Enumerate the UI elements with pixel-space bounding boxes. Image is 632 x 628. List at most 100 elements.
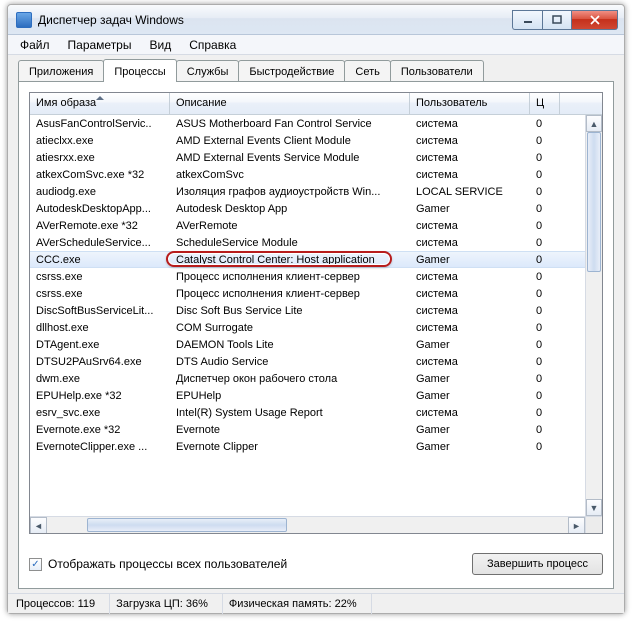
scroll-thumb-vertical[interactable] [587, 132, 601, 272]
cell-user: Gamer [410, 373, 530, 385]
table-row[interactable]: dwm.exeДиспетчер окон рабочего столаGame… [30, 370, 585, 387]
table-row[interactable]: esrv_svc.exeIntel(R) System Usage Report… [30, 404, 585, 421]
cell-cpu: 0 [530, 390, 560, 402]
menu-options[interactable]: Параметры [60, 36, 140, 54]
cell-cpu: 0 [530, 118, 560, 130]
cell-cpu: 0 [530, 407, 560, 419]
column-description[interactable]: Описание [170, 93, 410, 114]
cell-description: Disc Soft Bus Service Lite [170, 305, 410, 317]
processes-bottom-bar: ✓ Отображать процессы всех пользователей… [29, 550, 603, 578]
table-row[interactable]: EPUHelp.exe *32EPUHelpGamer0 [30, 387, 585, 404]
tab-bar: Приложения Процессы Службы Быстродействи… [18, 59, 614, 81]
scroll-down-button[interactable]: ▼ [586, 499, 602, 516]
vertical-scrollbar[interactable]: ▲ ▼ [585, 115, 602, 516]
scroll-track-vertical[interactable] [586, 132, 602, 499]
menu-file[interactable]: Файл [12, 36, 58, 54]
cell-description: Autodesk Desktop App [170, 203, 410, 215]
table-row[interactable]: audiodg.exeИзоляция графов аудиоустройст… [30, 183, 585, 200]
cell-user: система [410, 237, 530, 249]
close-button[interactable] [572, 10, 618, 30]
menu-view[interactable]: Вид [141, 36, 179, 54]
cell-image-name: Evernote.exe *32 [30, 424, 170, 436]
tab-users[interactable]: Пользователи [390, 60, 484, 81]
cell-cpu: 0 [530, 356, 560, 368]
menu-help[interactable]: Справка [181, 36, 244, 54]
cell-image-name: dllhost.exe [30, 322, 170, 334]
status-memory: Физическая память: 22% [223, 594, 372, 614]
menu-bar: Файл Параметры Вид Справка [8, 35, 624, 55]
cell-cpu: 0 [530, 271, 560, 283]
table-row[interactable]: atiesrxx.exeAMD External Events Service … [30, 149, 585, 166]
cell-image-name: AutodeskDesktopApp... [30, 203, 170, 215]
table-row[interactable]: dllhost.exeCOM Surrogateсистема0 [30, 319, 585, 336]
cell-cpu: 0 [530, 152, 560, 164]
cell-user: система [410, 288, 530, 300]
cell-description: AMD External Events Client Module [170, 135, 410, 147]
cell-description: ScheduleService Module [170, 237, 410, 249]
column-cpu[interactable]: Ц [530, 93, 560, 114]
cell-image-name: atieclxx.exe [30, 135, 170, 147]
cell-cpu: 0 [530, 441, 560, 453]
tab-networking[interactable]: Сеть [344, 60, 390, 81]
column-user[interactable]: Пользователь [410, 93, 530, 114]
cell-description: Процесс исполнения клиент-сервер [170, 271, 410, 283]
table-row[interactable]: AVerScheduleService...ScheduleService Mo… [30, 234, 585, 251]
cell-image-name: DTAgent.exe [30, 339, 170, 351]
tab-services[interactable]: Службы [176, 60, 240, 81]
table-row[interactable]: csrss.exeПроцесс исполнения клиент-серве… [30, 268, 585, 285]
cell-user: система [410, 322, 530, 334]
cell-description: EPUHelp [170, 390, 410, 402]
cell-description: ASUS Motherboard Fan Control Service [170, 118, 410, 130]
scroll-left-button[interactable]: ◄ [30, 517, 47, 534]
cell-description: atkexComSvc [170, 169, 410, 181]
tab-applications[interactable]: Приложения [18, 60, 104, 81]
table-row[interactable]: csrss.exeПроцесс исполнения клиент-серве… [30, 285, 585, 302]
cell-user: Gamer [410, 424, 530, 436]
show-all-users-label: Отображать процессы всех пользователей [48, 557, 287, 571]
scroll-track-horizontal[interactable] [47, 517, 568, 533]
table-row[interactable]: AutodeskDesktopApp...Autodesk Desktop Ap… [30, 200, 585, 217]
cell-image-name: csrss.exe [30, 288, 170, 300]
cell-cpu: 0 [530, 237, 560, 249]
cell-description: AVerRemote [170, 220, 410, 232]
cell-cpu: 0 [530, 169, 560, 181]
table-row[interactable]: AVerRemote.exe *32AVerRemoteсистема0 [30, 217, 585, 234]
cell-description: DTS Audio Service [170, 356, 410, 368]
cell-image-name: DiscSoftBusServiceLit... [30, 305, 170, 317]
tab-performance[interactable]: Быстродействие [238, 60, 345, 81]
scroll-right-button[interactable]: ► [568, 517, 585, 534]
end-process-button[interactable]: Завершить процесс [472, 553, 603, 575]
listview-body: AsusFanControlServic..ASUS Motherboard F… [30, 115, 585, 516]
minimize-button[interactable] [512, 10, 542, 30]
cell-cpu: 0 [530, 424, 560, 436]
cell-image-name: CCC.exe [30, 254, 170, 266]
show-all-users-checkbox[interactable]: ✓ Отображать процессы всех пользователей [29, 557, 287, 571]
table-row[interactable]: DTSU2PAuSrv64.exeDTS Audio Serviceсистем… [30, 353, 585, 370]
cell-user: система [410, 220, 530, 232]
tab-processes[interactable]: Процессы [103, 59, 176, 82]
cell-user: система [410, 118, 530, 130]
table-row[interactable]: EvernoteClipper.exe ...Evernote ClipperG… [30, 438, 585, 455]
horizontal-scrollbar[interactable]: ◄ ► [30, 516, 585, 533]
table-row[interactable]: Evernote.exe *32EvernoteGamer0 [30, 421, 585, 438]
table-row[interactable]: AsusFanControlServic..ASUS Motherboard F… [30, 115, 585, 132]
table-row[interactable]: CCC.exeCatalyst Control Center: Host app… [30, 251, 585, 268]
table-row[interactable]: DTAgent.exeDAEMON Tools LiteGamer0 [30, 336, 585, 353]
cell-description: Evernote [170, 424, 410, 436]
table-row[interactable]: atieclxx.exeAMD External Events Client M… [30, 132, 585, 149]
cell-user: система [410, 152, 530, 164]
scroll-thumb-horizontal[interactable] [87, 518, 287, 532]
scroll-up-button[interactable]: ▲ [586, 115, 602, 132]
process-listview[interactable]: Имя образа Описание Пользователь Ц AsusF… [29, 92, 603, 534]
title-bar[interactable]: Диспетчер задач Windows [8, 5, 624, 35]
cell-cpu: 0 [530, 203, 560, 215]
table-row[interactable]: atkexComSvc.exe *32atkexComSvcсистема0 [30, 166, 585, 183]
column-image-name[interactable]: Имя образа [30, 93, 170, 114]
cell-cpu: 0 [530, 322, 560, 334]
cell-cpu: 0 [530, 186, 560, 198]
table-row[interactable]: DiscSoftBusServiceLit...Disc Soft Bus Se… [30, 302, 585, 319]
status-bar: Процессов: 119 Загрузка ЦП: 36% Физическ… [8, 593, 624, 613]
cell-user: Gamer [410, 339, 530, 351]
maximize-button[interactable] [542, 10, 572, 30]
cell-user: Gamer [410, 390, 530, 402]
